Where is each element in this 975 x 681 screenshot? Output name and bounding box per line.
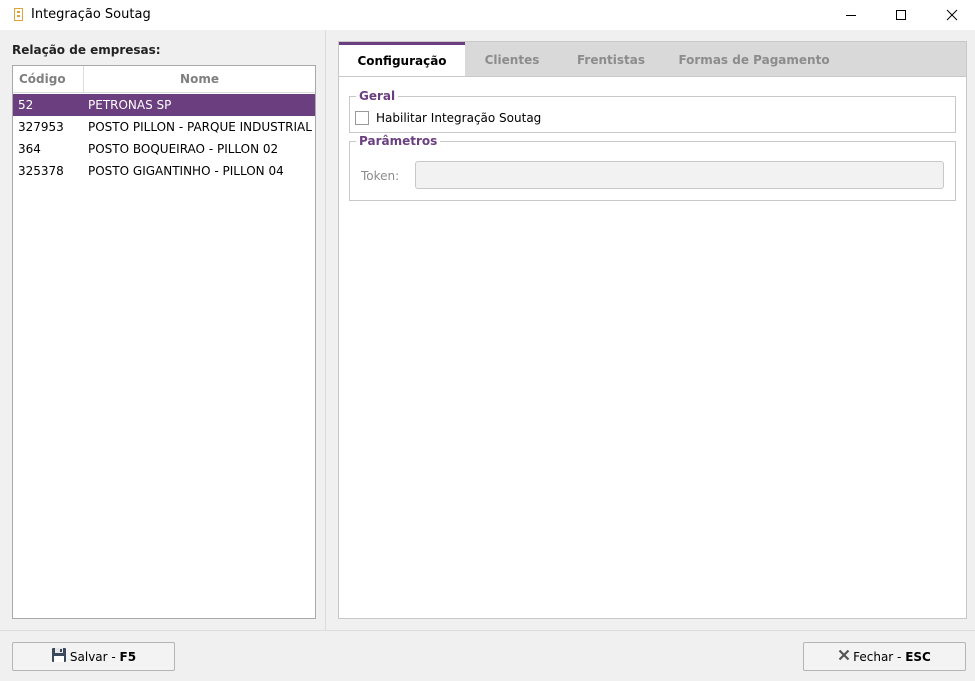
companies-title: Relação de empresas: [12,43,161,57]
close-button[interactable]: Fechar - ESC [803,642,966,671]
tab-configuracao[interactable]: Configuração [339,42,465,77]
token-label: Token: [361,169,400,183]
table-row[interactable]: 52 PETRONAS SP [13,94,315,116]
cell-codigo: 364 [18,142,41,156]
group-geral: Geral Habilitar Integração Soutag [349,89,956,133]
cell-codigo: 325378 [18,164,64,178]
floppy-disk-icon [51,647,67,666]
grid-header: Código Nome [13,66,315,93]
title-bar: Integração Soutag [0,0,975,30]
cell-nome: PETRONAS SP [88,98,172,112]
window-title: Integração Soutag [31,7,151,22]
group-parametros-title: Parâmetros [356,134,441,148]
tab-formas-de-pagamento[interactable]: Formas de Pagamento [663,42,845,77]
tab-frentistas[interactable]: Frentistas [559,42,663,77]
left-panel: Relação de empresas: Código Nome 52 PETR… [0,30,326,630]
companies-grid[interactable]: Código Nome 52 PETRONAS SP 327953 POSTO … [12,65,316,619]
close-button-label: Fechar - ESC [853,650,931,664]
habilitar-integracao-checkbox[interactable] [355,111,369,125]
main-area: Relação de empresas: Código Nome 52 PETR… [0,30,975,630]
close-shortcut: ESC [905,649,931,664]
minimize-icon [846,15,856,16]
close-window-button[interactable] [929,0,975,30]
column-header-nome[interactable]: Nome [84,66,315,93]
cell-nome: POSTO BOQUEIRAO - PILLON 02 [88,142,279,156]
tab-clientes[interactable]: Clientes [465,42,559,77]
group-parametros: Parâmetros Token: [349,134,956,201]
save-button-label: Salvar - F5 [70,650,136,664]
save-shortcut: F5 [119,649,137,664]
cell-nome: POSTO PILLON - PARQUE INDUSTRIAL - [88,120,315,134]
close-x-icon [838,649,850,664]
table-row[interactable]: 327953 POSTO PILLON - PARQUE INDUSTRIAL … [13,116,315,138]
cell-nome: POSTO GIGANTINHO - PILLON 04 [88,164,284,178]
close-icon [946,9,958,21]
table-row[interactable]: 364 POSTO BOQUEIRAO - PILLON 02 [13,138,315,160]
cell-codigo: 52 [18,98,34,112]
tab-content-configuracao: Geral Habilitar Integração Soutag Parâme… [338,76,967,619]
close-button-text: Fechar - [853,649,906,664]
token-input[interactable] [415,161,944,189]
minimize-button[interactable] [828,0,874,30]
table-row[interactable]: 325378 POSTO GIGANTINHO - PILLON 04 [13,160,315,182]
habilitar-integracao-label[interactable]: Habilitar Integração Soutag [376,111,541,125]
maximize-icon [896,10,906,20]
bottom-bar: Salvar - F5 Fechar - ESC [0,630,975,681]
app-icon [13,7,25,22]
maximize-button[interactable] [878,0,924,30]
cell-codigo: 327953 [18,120,64,134]
column-header-codigo[interactable]: Código [13,66,84,93]
group-geral-title: Geral [356,89,399,103]
save-button[interactable]: Salvar - F5 [12,642,175,671]
save-button-text: Salvar - [69,649,120,664]
tab-strip: Configuração Clientes Frentistas Formas … [338,41,967,77]
